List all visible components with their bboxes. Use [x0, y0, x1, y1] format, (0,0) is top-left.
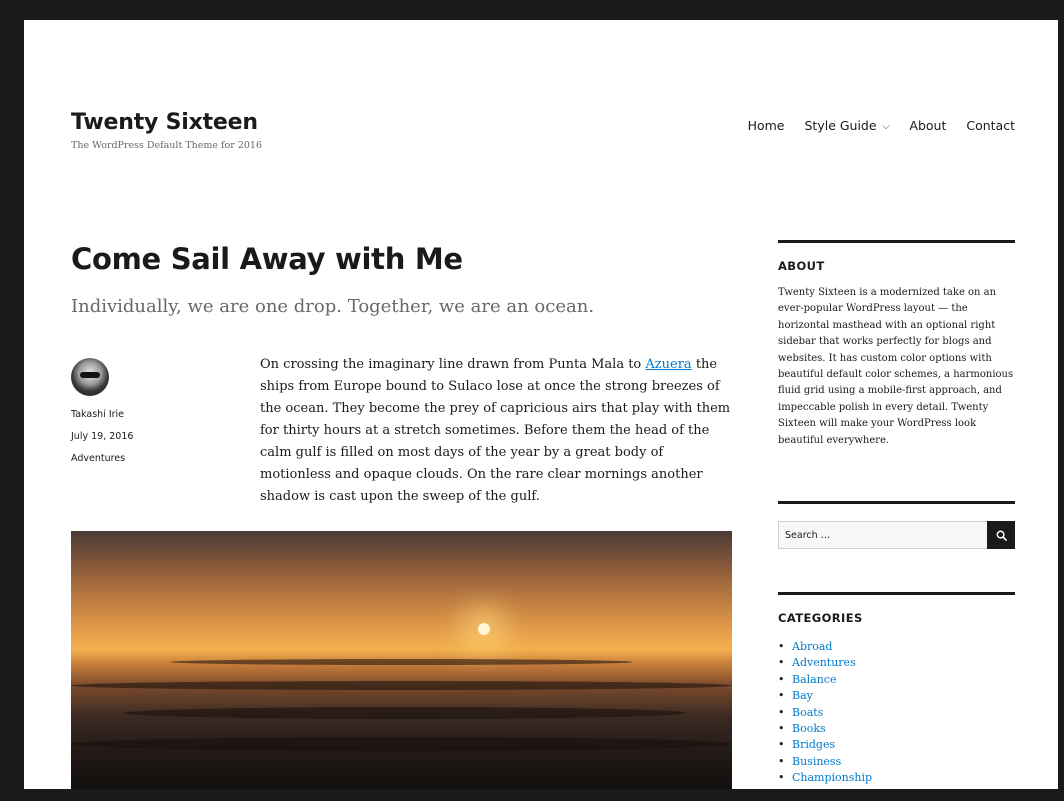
search-widget-rule — [778, 501, 1015, 504]
widget-divider — [778, 501, 1015, 504]
nav-item-home[interactable]: Home — [748, 118, 785, 133]
category-link[interactable]: Balance — [778, 672, 1015, 689]
site-description: The WordPress Default Theme for 2016 — [71, 140, 262, 151]
search-form — [778, 521, 1015, 549]
wave-shape — [123, 707, 686, 719]
nav-item-label: Style Guide — [804, 118, 877, 133]
category-link[interactable]: Boats — [778, 705, 1015, 722]
wave-shape — [71, 737, 732, 751]
azuera-link[interactable]: Azuera — [645, 357, 691, 372]
post-excerpt: Individually, we are one drop. Together,… — [71, 296, 595, 317]
widget-title-categories: CATEGORIES — [778, 611, 863, 625]
post-date[interactable]: July 19, 2016 — [71, 426, 133, 448]
wave-shape — [71, 681, 732, 690]
post-meta: Takashi Irie July 19, 2016 Adventures — [71, 404, 133, 470]
sun-glow — [478, 623, 490, 635]
post-body-text: On crossing the imaginary line drawn fro… — [260, 357, 646, 372]
main-nav: Home Style Guide ⌵ About Contact — [748, 118, 1015, 133]
post-body-text: the ships from Europe bound to Sulaco lo… — [260, 357, 731, 504]
nav-item-style-guide[interactable]: Style Guide ⌵ — [804, 118, 889, 133]
category-link[interactable]: Bridges — [778, 737, 1015, 754]
search-button[interactable] — [987, 521, 1015, 549]
category-list: Abroad Adventures Balance Bay Boats Book… — [778, 639, 1015, 787]
category-link[interactable]: Bay — [778, 688, 1015, 705]
post-author[interactable]: Takashi Irie — [71, 404, 133, 426]
author-avatar[interactable] — [71, 358, 109, 396]
page-frame: Twenty Sixteen The WordPress Default The… — [24, 20, 1058, 789]
about-widget: ABOUT Twenty Sixteen is a modernized tak… — [778, 240, 1015, 449]
search-input[interactable] — [778, 521, 987, 549]
category-link[interactable]: Books — [778, 721, 1015, 738]
nav-item-about[interactable]: About — [909, 118, 946, 133]
chevron-down-icon[interactable]: ⌵ — [883, 122, 890, 132]
featured-image — [71, 531, 732, 789]
categories-widget: CATEGORIES Abroad Adventures Balance Bay… — [778, 592, 1015, 787]
search-icon — [996, 530, 1007, 541]
wave-shape — [170, 659, 633, 665]
site-title[interactable]: Twenty Sixteen — [71, 110, 258, 135]
category-link[interactable]: Championship — [778, 770, 1015, 787]
about-text: Twenty Sixteen is a modernized take on a… — [778, 287, 1014, 446]
post-title[interactable]: Come Sail Away with Me — [71, 242, 463, 276]
nav-item-contact[interactable]: Contact — [966, 118, 1015, 133]
widget-divider — [778, 240, 1015, 243]
widget-title-about: ABOUT — [778, 259, 825, 273]
category-link[interactable]: Abroad — [778, 639, 1015, 656]
post-category[interactable]: Adventures — [71, 448, 133, 470]
widget-divider — [778, 592, 1015, 595]
category-link[interactable]: Business — [778, 754, 1015, 771]
category-link[interactable]: Adventures — [778, 655, 1015, 672]
post-body: On crossing the imaginary line drawn fro… — [260, 354, 732, 508]
